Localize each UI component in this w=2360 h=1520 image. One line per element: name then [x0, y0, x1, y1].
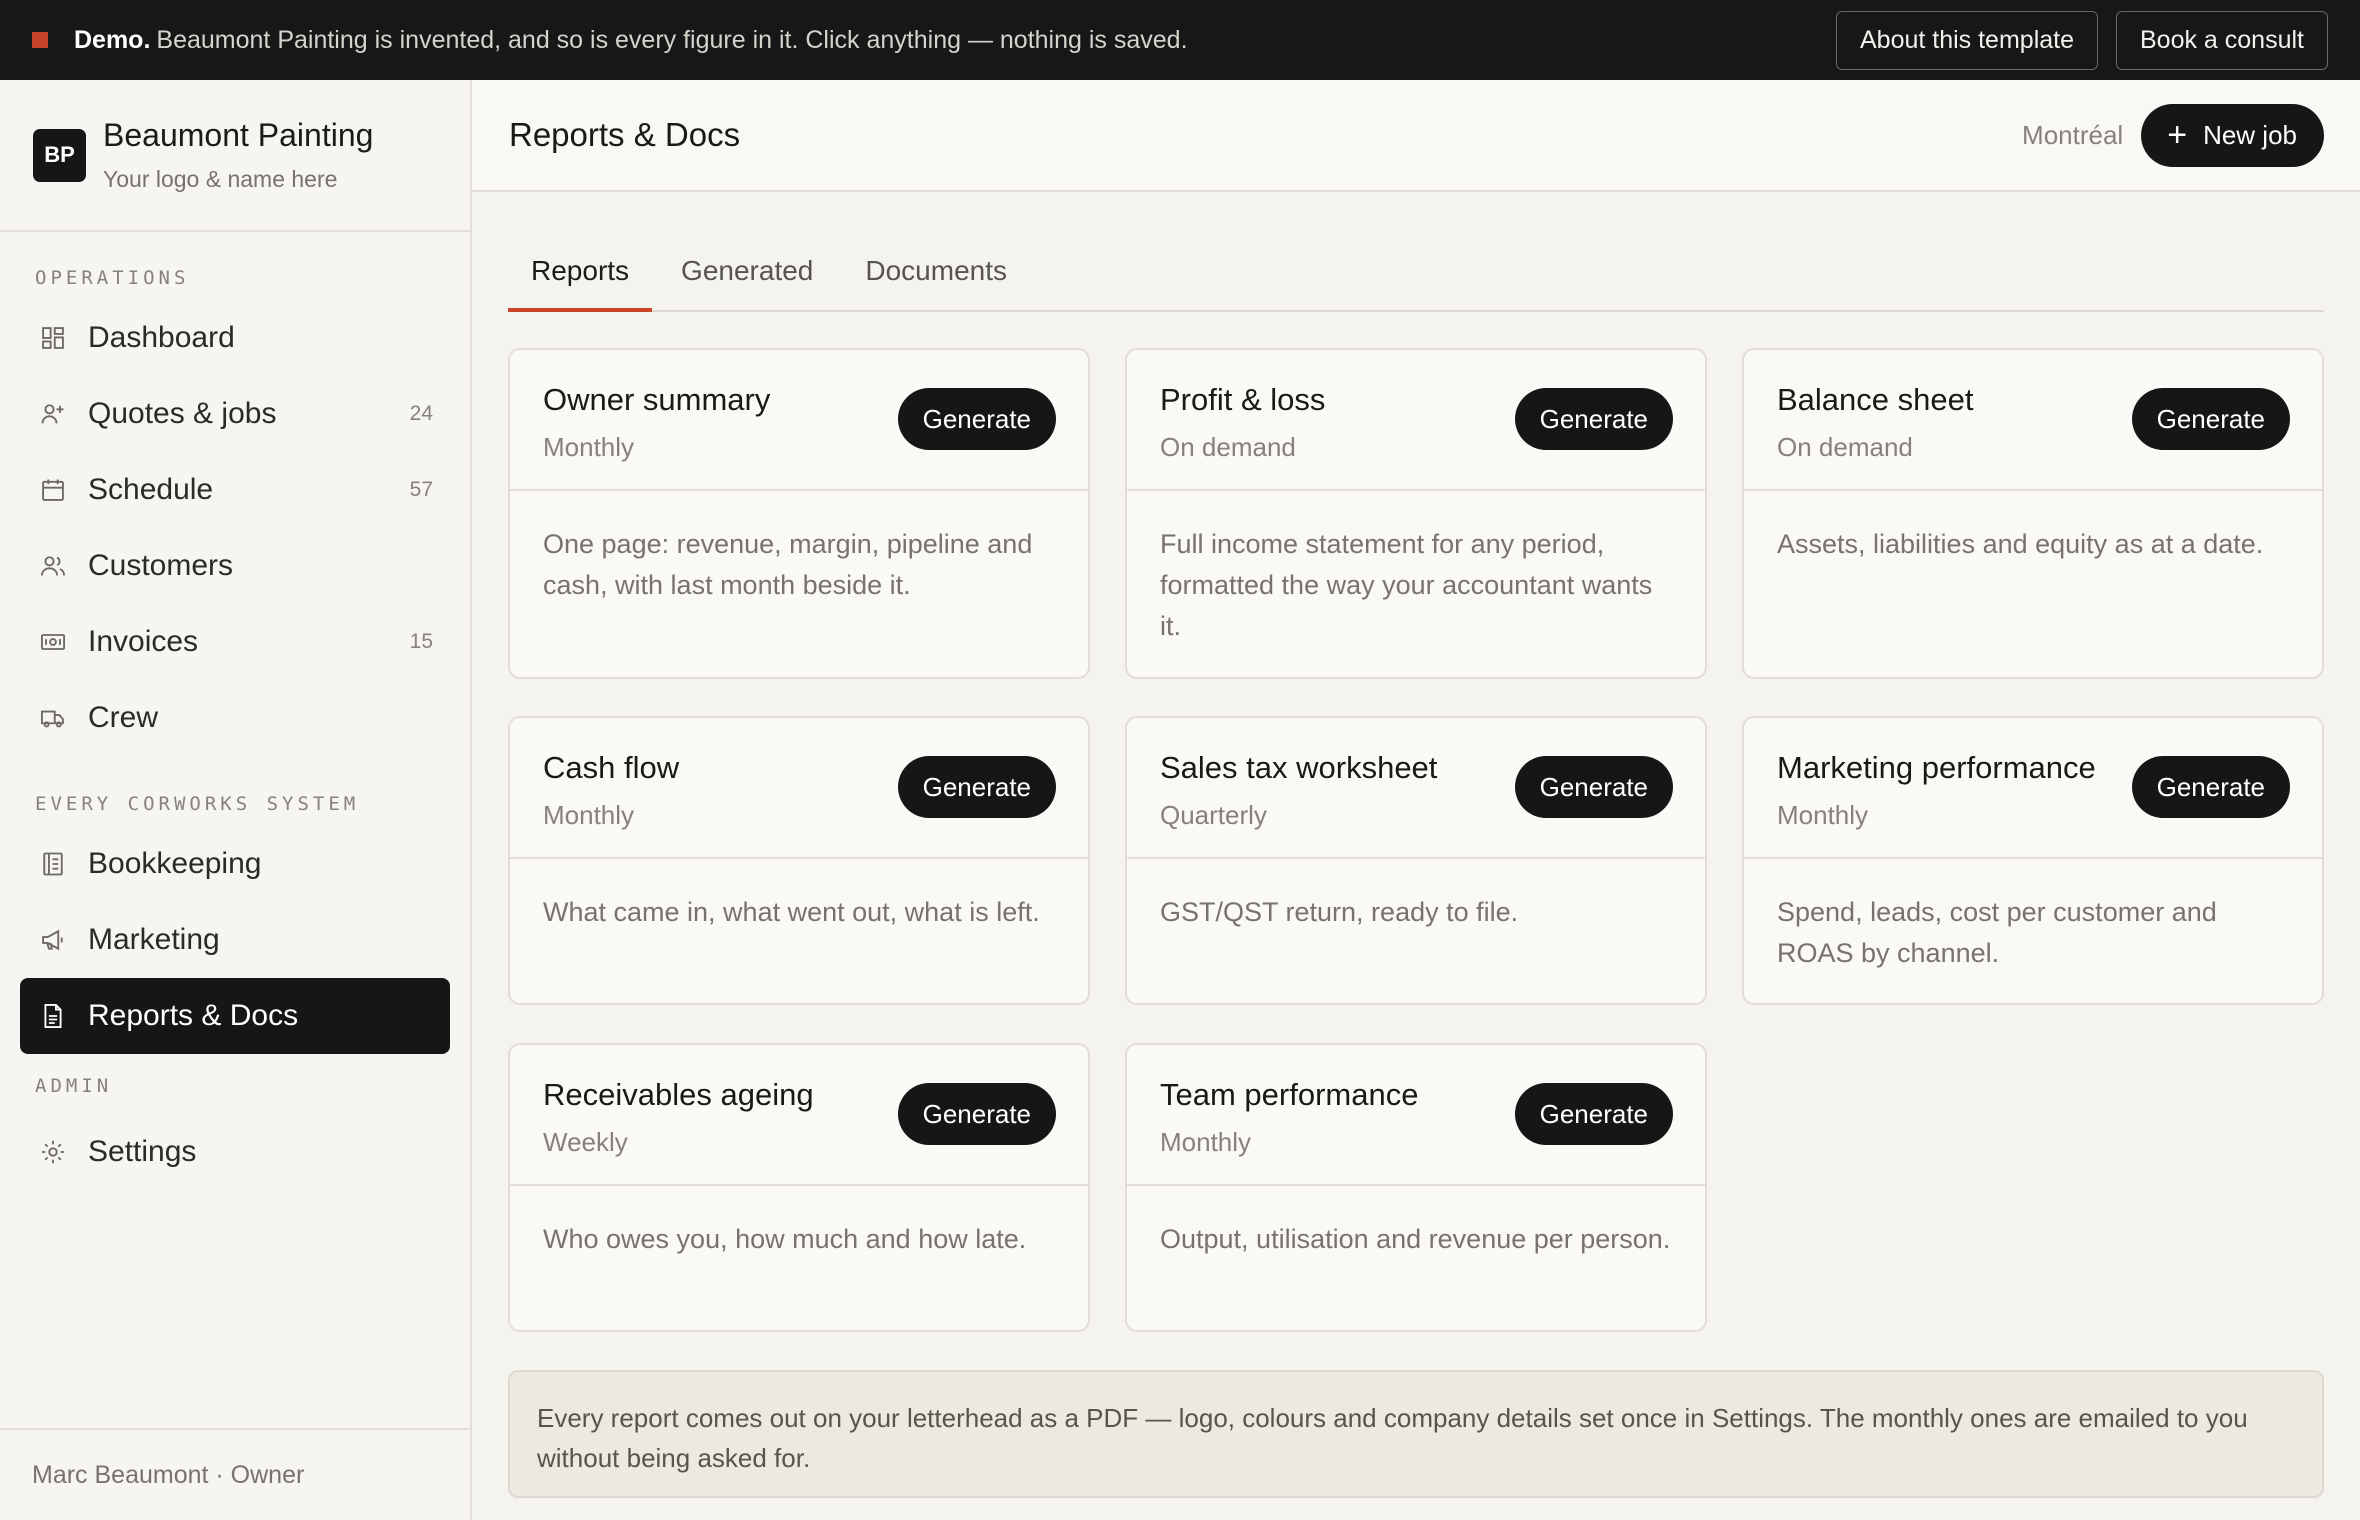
users-icon: [38, 551, 68, 581]
banner-actions: About this template Book a consult: [1835, 10, 2328, 70]
report-card-balance-sheet: Balance sheet On demand Generate Assets,…: [1742, 348, 2324, 679]
megaphone-icon: [38, 925, 68, 955]
new-job-label: New job: [2203, 119, 2297, 150]
sidebar-item-settings[interactable]: Settings: [20, 1114, 450, 1190]
document-icon: [38, 1001, 68, 1031]
demo-indicator-icon: [32, 32, 48, 48]
ledger-icon: [38, 849, 68, 879]
gear-icon: [38, 1137, 68, 1167]
letterhead-note: Every report comes out on your letterhea…: [508, 1370, 2324, 1498]
tab-reports[interactable]: Reports: [508, 232, 653, 312]
sidebar-item-bookkeeping[interactable]: Bookkeeping: [20, 826, 450, 902]
report-card-header: Owner summary Monthly Generate: [510, 350, 1088, 491]
sidebar-item-customers[interactable]: Customers: [20, 528, 450, 604]
brand-block[interactable]: BP Beaumont Painting Your logo & name he…: [0, 80, 470, 232]
generate-button[interactable]: Generate: [897, 756, 1056, 818]
generate-button[interactable]: Generate: [2131, 756, 2290, 818]
nav-section-system: EVERY CORWORKS SYSTEM: [35, 793, 360, 815]
nav-section-operations: OPERATIONS: [35, 267, 190, 289]
banknote-icon: [38, 627, 68, 657]
sidebar-item-quotes-jobs[interactable]: Quotes & jobs 24: [20, 376, 450, 452]
sidebar-item-count: 24: [409, 402, 433, 425]
report-card-cash-flow: Cash flow Monthly Generate What came in,…: [508, 716, 1090, 1005]
dashboard-icon: [38, 323, 68, 353]
sidebar-item-label: Bookkeeping: [88, 847, 262, 880]
location-label: Montréal: [2022, 119, 2124, 150]
report-description: Spend, leads, cost per customer and ROAS…: [1777, 897, 2217, 968]
sidebar-item-label: Settings: [88, 1135, 197, 1168]
report-card-profit-loss: Profit & loss On demand Generate Full in…: [1125, 348, 1707, 679]
report-tabs: Reports Generated Documents: [508, 232, 2324, 312]
current-user[interactable]: Marc Beaumont · Owner: [0, 1428, 470, 1520]
sidebar-item-label: Dashboard: [88, 321, 235, 354]
book-consult-button[interactable]: Book a consult: [2116, 10, 2328, 70]
report-description: Assets, liabilities and equity as at a d…: [1777, 529, 2264, 559]
new-job-button[interactable]: + New job: [2141, 103, 2324, 167]
demo-label: Demo.: [74, 25, 151, 54]
brand-text: Beaumont Painting Your logo & name here: [103, 117, 373, 193]
report-card-header: Team performance Monthly Generate: [1127, 1045, 1705, 1186]
sidebar-item-count: 15: [409, 630, 433, 653]
report-card-header: Profit & loss On demand Generate: [1127, 350, 1705, 491]
report-card-owner-summary: Owner summary Monthly Generate One page:…: [508, 348, 1090, 679]
about-template-button[interactable]: About this template: [1835, 10, 2098, 70]
sidebar-item-marketing[interactable]: Marketing: [20, 902, 450, 978]
demo-banner: Demo. Beaumont Painting is invented, and …: [0, 0, 2360, 80]
report-card-receivables-ageing: Receivables ageing Weekly Generate Who o…: [508, 1043, 1090, 1332]
generate-button[interactable]: Generate: [2131, 388, 2290, 450]
main-header: Reports & Docs Montréal + New job: [472, 80, 2360, 192]
report-card-header: Sales tax worksheet Quarterly Generate: [1127, 718, 1705, 859]
page-title: Reports & Docs: [509, 116, 741, 153]
report-card-header: Marketing performance Monthly Generate: [1744, 718, 2322, 859]
report-card-header: Receivables ageing Weekly Generate: [510, 1045, 1088, 1186]
sidebar-item-invoices[interactable]: Invoices 15: [20, 604, 450, 680]
report-description: GST/QST return, ready to file.: [1160, 897, 1519, 927]
plus-icon: +: [2167, 116, 2188, 154]
sidebar-item-schedule[interactable]: Schedule 57: [20, 452, 450, 528]
report-description: One page: revenue, margin, pipeline and …: [543, 529, 1033, 600]
nav-section-admin: ADMIN: [35, 1075, 113, 1097]
report-card-sales-tax: Sales tax worksheet Quarterly Generate G…: [1125, 716, 1707, 1005]
sidebar-item-crew[interactable]: Crew: [20, 680, 450, 756]
sidebar-item-dashboard[interactable]: Dashboard: [20, 300, 450, 376]
report-card-header: Cash flow Monthly Generate: [510, 718, 1088, 859]
generate-button[interactable]: Generate: [1514, 388, 1673, 450]
sidebar-item-label: Crew: [88, 701, 159, 734]
sidebar-item-label: Reports & Docs: [88, 999, 299, 1032]
tab-generated[interactable]: Generated: [658, 232, 836, 310]
sidebar-item-reports-docs[interactable]: Reports & Docs: [20, 978, 450, 1054]
brand-logo: BP: [33, 128, 86, 182]
calendar-icon: [38, 475, 68, 505]
report-card-marketing-performance: Marketing performance Monthly Generate S…: [1742, 716, 2324, 1005]
sidebar: BP Beaumont Painting Your logo & name he…: [0, 80, 472, 1520]
brand-name: Beaumont Painting: [103, 117, 374, 153]
report-description: Output, utilisation and revenue per pers…: [1160, 1224, 1671, 1254]
generate-button[interactable]: Generate: [897, 1083, 1056, 1145]
report-description: What came in, what went out, what is lef…: [543, 897, 1040, 927]
report-description: Full income statement for any period, fo…: [1160, 529, 1653, 641]
sidebar-item-label: Marketing: [88, 923, 220, 956]
demo-banner-text: Demo. Beaumont Painting is invented, and …: [74, 26, 1188, 55]
truck-icon: [38, 703, 68, 733]
sidebar-item-count: 57: [409, 478, 433, 501]
report-card-team-performance: Team performance Monthly Generate Output…: [1125, 1043, 1707, 1332]
tab-documents[interactable]: Documents: [842, 232, 1030, 310]
report-description: Who owes you, how much and how late.: [543, 1224, 1027, 1254]
sidebar-item-label: Invoices: [88, 625, 199, 658]
user-plus-icon: [38, 399, 68, 429]
sidebar-item-label: Customers: [88, 549, 234, 582]
report-card-header: Balance sheet On demand Generate: [1744, 350, 2322, 491]
generate-button[interactable]: Generate: [1514, 756, 1673, 818]
sidebar-item-label: Quotes & jobs: [88, 397, 277, 430]
brand-subtitle: Your logo & name here: [103, 166, 338, 192]
generate-button[interactable]: Generate: [1514, 1083, 1673, 1145]
generate-button[interactable]: Generate: [897, 388, 1056, 450]
sidebar-item-label: Schedule: [88, 473, 214, 506]
header-actions: Montréal + New job: [2022, 103, 2324, 167]
demo-message: Beaumont Painting is invented, and so is…: [156, 25, 1188, 54]
